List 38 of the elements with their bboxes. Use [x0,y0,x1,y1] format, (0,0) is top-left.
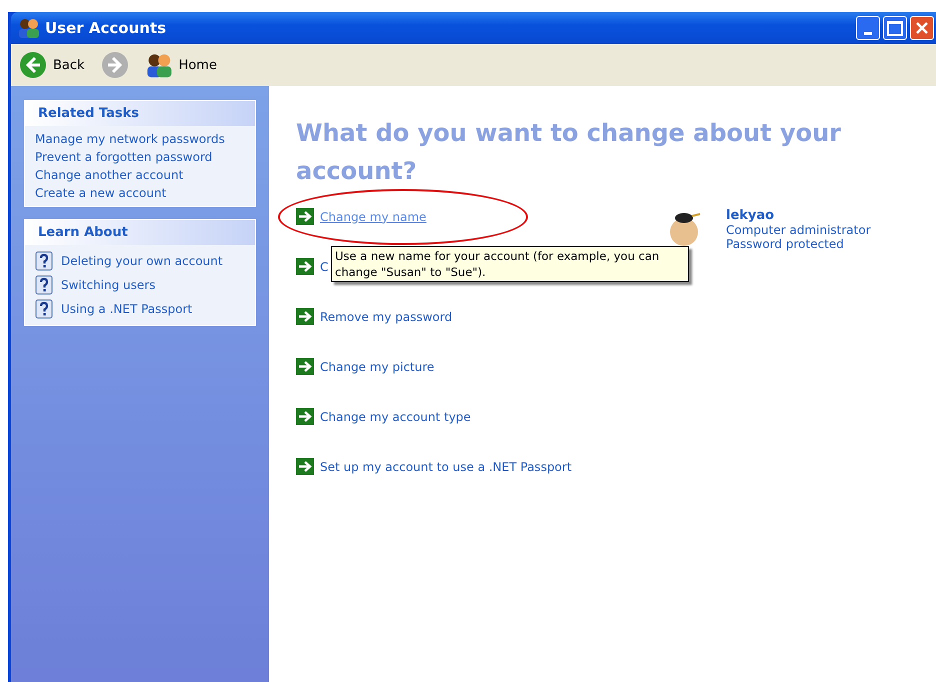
task-link[interactable]: Using a .NET Passport [61,302,192,316]
task-link[interactable]: Switching users [61,278,156,292]
help-icon [35,275,53,295]
minimize-button[interactable] [856,16,880,40]
action-link[interactable]: Set up my account to use a .NET Passport [320,460,572,474]
close-button[interactable] [910,16,934,40]
panel-title: Related Tasks [25,101,255,126]
task-link[interactable]: Change another account [35,168,184,182]
panel-title: Learn About [25,220,255,245]
help-icon [35,251,53,271]
right-arrow-icon [296,308,314,325]
home-button[interactable]: Home [140,50,221,80]
users-icon [144,52,173,78]
page-heading: What do you want to change about your account? [296,118,842,187]
account-status: Password protected [726,237,845,251]
action-link[interactable]: Change my name [320,210,426,224]
account-name: lekyao [726,208,776,223]
maximize-button[interactable] [883,16,907,40]
right-arrow-icon [296,358,314,375]
help-icon [35,299,53,319]
users-icon [17,17,41,39]
right-arrow-icon [296,208,314,225]
right-arrow-icon [296,408,314,425]
right-arrow-icon [296,458,314,475]
task-link[interactable]: Prevent a forgotten password [35,150,212,164]
right-arrow-icon [296,258,314,275]
back-button[interactable]: Back [15,49,89,81]
action-link[interactable]: Remove my password [320,310,452,324]
account-type: Computer administrator [726,223,871,237]
action-link[interactable]: Change my picture [320,360,434,374]
task-link[interactable]: Deleting your own account [61,254,223,268]
close-icon [915,21,929,35]
task-link[interactable]: Create a new account [35,186,166,200]
action-link[interactable]: C [320,260,328,274]
action-link[interactable]: Change my account type [320,410,471,424]
task-link[interactable]: Manage my network passwords [35,132,225,146]
tooltip: Use a new name for your account (for example, you can change "Susan" to "Sue"). [331,246,689,282]
window-title: User Accounts [45,19,168,37]
